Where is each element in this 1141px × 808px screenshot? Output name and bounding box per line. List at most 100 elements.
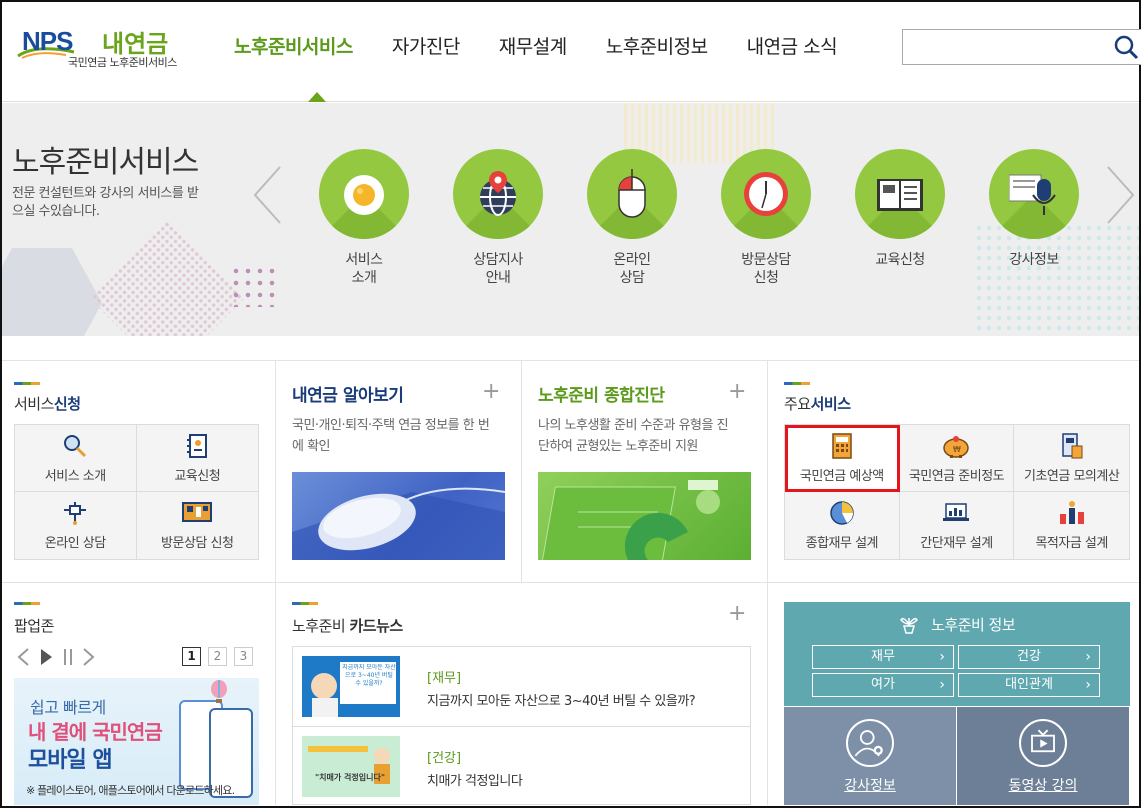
- my-pension-title[interactable]: 내연금 알아보기: [292, 381, 404, 406]
- my-pension-more-icon[interactable]: +: [482, 381, 500, 403]
- online-consult-link-label: 온라인 상담: [44, 536, 106, 551]
- retirement-info-title: 노후준비 정보: [784, 614, 1130, 635]
- popup-next-icon[interactable]: [80, 647, 96, 667]
- nav-retirement-info[interactable]: 노후준비정보: [606, 32, 708, 66]
- goal-fund-label: 목적자금 설계: [1035, 536, 1108, 551]
- clock-icon: [744, 172, 788, 216]
- info-leisure-button[interactable]: 여가: [812, 673, 954, 697]
- pension-estimate-link[interactable]: 국민연금 예상액: [785, 425, 900, 492]
- education-apply-item[interactable]: 교육신청: [855, 149, 945, 269]
- service-intro-link[interactable]: 서비스 소개: [15, 425, 137, 492]
- nav-news[interactable]: 내연금 소식: [747, 32, 838, 66]
- popup-play-icon[interactable]: [38, 647, 54, 667]
- my-pension-image[interactable]: [292, 472, 505, 560]
- search-icon[interactable]: [1112, 33, 1140, 61]
- service-apply-title: 서비스신청: [14, 395, 81, 413]
- info-health-button[interactable]: 건강: [958, 645, 1100, 669]
- section-mark: [14, 382, 40, 385]
- video-lecture-link[interactable]: 동영상 강의: [957, 775, 1129, 795]
- diagnosis-title[interactable]: 노후준비 종합진단: [538, 381, 665, 406]
- news-headline: 지금까지 모아둔 자산으로 3~40년 버틸 수 있을까?: [427, 694, 696, 709]
- diagnosis-image[interactable]: [538, 472, 751, 560]
- building-graph-icon: [1059, 501, 1084, 524]
- tv-play-icon: [1019, 719, 1067, 767]
- network-icon: [64, 502, 87, 525]
- diagnosis-more-icon[interactable]: +: [728, 381, 746, 403]
- chart-graphic-icon: [540, 480, 720, 560]
- news-headline: 치매가 걱정입니다: [427, 774, 523, 789]
- microphone-icon: [1009, 174, 1056, 215]
- service-intro-link-label: 서비스 소개: [44, 469, 106, 484]
- popup-pause-icon[interactable]: [60, 647, 76, 667]
- instructor-info-item[interactable]: 강사정보: [989, 149, 1079, 269]
- instructor-info-panel[interactable]: 강사정보: [784, 707, 956, 805]
- book-icon: [877, 179, 923, 211]
- simple-finance-link[interactable]: 간단재무 설계: [900, 492, 1015, 559]
- online-consult-link[interactable]: 온라인 상담: [15, 492, 137, 559]
- popup-prev-icon[interactable]: [16, 647, 32, 667]
- basic-pension-sim-label: 기초연금 모의계산: [1024, 469, 1120, 484]
- section-mark: [784, 382, 810, 385]
- popup-line-3: 모바일 앱: [28, 748, 113, 773]
- nav-retirement-service[interactable]: 노후준비서비스: [234, 32, 353, 66]
- nps-logo[interactable]: NPS 내연금 국민연금 노후준비서비스: [16, 20, 186, 72]
- info-finance-button[interactable]: 재무: [812, 645, 954, 669]
- instructor-info-link[interactable]: 강사정보: [784, 775, 956, 795]
- basic-pension-sim-link[interactable]: 기초연금 모의계산: [1014, 425, 1129, 492]
- popup-page-3[interactable]: 3: [234, 647, 253, 666]
- visit-consult-item[interactable]: 방문상담 신청: [721, 149, 811, 287]
- visit-consult-link[interactable]: 방문상담 신청: [137, 492, 259, 559]
- main-nav: 노후준비서비스 자가진단 재무설계 노후준비정보 내연금 소식: [234, 32, 876, 66]
- education-apply-link-label: 교육신청: [174, 469, 221, 484]
- banner-next-arrow-icon[interactable]: [1104, 165, 1136, 225]
- logo-subtitle: 국민연금 노후준비서비스: [68, 56, 177, 69]
- card-news-item[interactable]: "치매가 걱정입니다" [건강] 치매가 걱정입니다: [293, 726, 750, 805]
- comprehensive-finance-label: 종합재무 설계: [805, 536, 879, 551]
- banner-prev-arrow-icon[interactable]: [252, 165, 284, 225]
- education-apply-circle: [855, 149, 945, 239]
- service-banner: 노후준비서비스 전문 컨설턴트와 강사의 서비스를 받으실 수있습니다. 서비스…: [2, 103, 1139, 336]
- section-mark: [292, 602, 318, 605]
- banner-title: 노후준비서비스: [12, 145, 199, 180]
- pension-readiness-link[interactable]: ₩ 국민연금 준비정도: [899, 425, 1015, 492]
- branch-guide-item[interactable]: 상담지사 안내: [453, 149, 543, 287]
- branch-guide-circle: [453, 149, 543, 239]
- phone-calculator-icon: [1061, 433, 1083, 459]
- magnifier-icon: [64, 435, 87, 458]
- education-apply-label: 교육신청: [875, 252, 925, 268]
- section-divider: [2, 582, 1139, 583]
- news-thumb-health: "치매가 걱정입니다": [302, 736, 400, 797]
- person-search-icon: [846, 719, 894, 767]
- column-divider: [521, 360, 522, 582]
- video-lecture-panel[interactable]: 동영상 강의: [957, 707, 1129, 805]
- retirement-info-panel: 노후준비 정보 재무 건강 여가 대인관계: [784, 602, 1130, 706]
- card-news-more-icon[interactable]: +: [728, 603, 746, 625]
- visit-consult-link-label: 방문상담 신청: [161, 536, 234, 551]
- popup-banner[interactable]: 쉽고 빠르게 내 곁에 국민연금 모바일 앱 ※ 플레이스토어, 애플스토어에서…: [14, 678, 259, 805]
- info-relations-button[interactable]: 대인관계: [958, 673, 1100, 697]
- goal-fund-link[interactable]: 목적자금 설계: [1014, 492, 1129, 559]
- globe-pin-icon: [480, 171, 516, 216]
- nav-financial-planning[interactable]: 재무설계: [499, 32, 567, 66]
- popup-page-1[interactable]: 1: [182, 647, 201, 666]
- service-intro-item[interactable]: 서비스 소개: [319, 149, 409, 287]
- service-apply-grid: 서비스 소개 교육신청 온라인 상담 방문상담 신청: [14, 424, 259, 560]
- visit-consult-label: 방문상담 신청: [741, 252, 791, 286]
- online-consult-item[interactable]: 온라인 상담: [587, 149, 677, 287]
- simple-finance-label: 간단재무 설계: [920, 536, 993, 551]
- computer-mouse-photo-icon: [292, 487, 505, 560]
- popup-line-1: 쉽고 빠르게: [30, 698, 106, 717]
- popup-page-2[interactable]: 2: [208, 647, 227, 666]
- search-input[interactable]: [903, 30, 1103, 64]
- education-apply-link[interactable]: 교육신청: [136, 425, 258, 492]
- nav-self-diagnosis[interactable]: 자가진단: [392, 32, 460, 66]
- online-consult-label: 온라인 상담: [613, 252, 651, 286]
- pie-chart-icon: [830, 501, 854, 525]
- section-mark: [14, 602, 40, 605]
- comprehensive-finance-link[interactable]: 종합재무 설계: [785, 492, 900, 559]
- popup-zone-title: 팝업존: [14, 617, 54, 635]
- news-thumb-finance: 지금까지 모아둔 자산으로 3~40년 버틸 수 있을까?: [302, 656, 400, 717]
- decor-dots-purple: [230, 265, 280, 307]
- card-news-item[interactable]: 지금까지 모아둔 자산으로 3~40년 버틸 수 있을까? [재무] 지금까지 …: [293, 647, 750, 726]
- instructor-info-circle: [989, 149, 1079, 239]
